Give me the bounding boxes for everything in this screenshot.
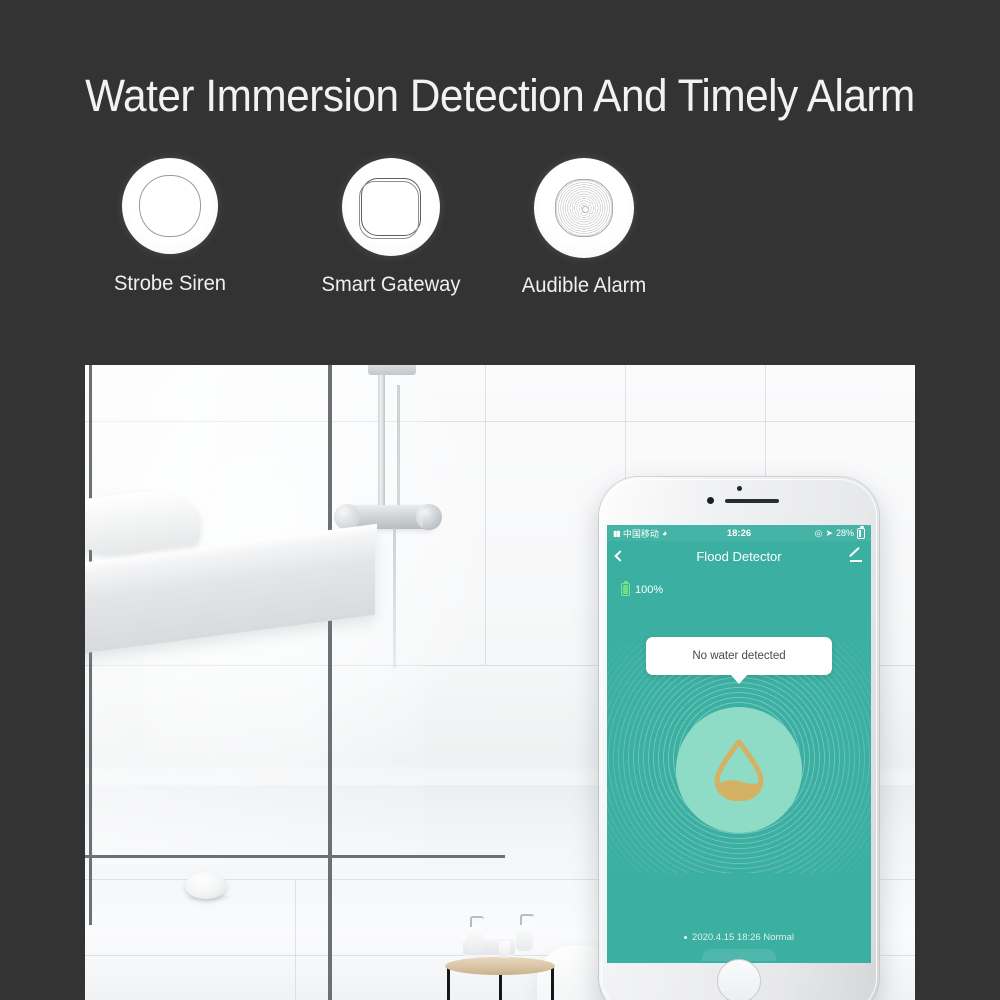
- battery-percent-label: 28%: [835, 528, 854, 538]
- feature-icon-badge: [122, 158, 218, 254]
- feature-icon-badge: [534, 158, 634, 258]
- device-battery-row: 100%: [607, 571, 871, 596]
- page-title: Water Immersion Detection And Timely Ala…: [85, 70, 915, 121]
- soap-dispenser: [516, 914, 534, 951]
- device-battery-value: 100%: [635, 583, 664, 596]
- soap-dispenser: [466, 916, 484, 953]
- earpiece-speaker: [725, 499, 779, 503]
- feature-label: Audible Alarm: [521, 274, 647, 297]
- small-cup: [499, 941, 510, 958]
- partition-frame: [85, 855, 505, 858]
- feature-row: Strobe Siren Smart Gateway Audible Alarm: [104, 158, 704, 318]
- water-leak-sensor-puck: [185, 872, 227, 899]
- event-log-entry: 2020.4.15 18:26 Normal: [607, 932, 871, 943]
- proximity-sensor-icon: [737, 486, 742, 491]
- feature-item-smart-gateway[interactable]: Smart Gateway: [311, 158, 471, 297]
- device-battery-icon: [621, 581, 630, 596]
- location-arrow-icon: ➤: [825, 527, 833, 538]
- feature-label: Smart Gateway: [321, 273, 461, 296]
- sensor-status-disc[interactable]: [676, 707, 802, 833]
- front-camera-icon: [707, 497, 714, 504]
- feature-item-strobe-siren[interactable]: Strobe Siren: [104, 158, 236, 296]
- table-leg: [447, 965, 450, 1000]
- bathroom-scene-photo: ▮▮ 中国移动 ◕ 18:26 ◎ ➤ 28% Flood Detector 1…: [85, 365, 915, 1000]
- nav-title: Flood Detector: [696, 548, 782, 564]
- smartphone: ▮▮ 中国移动 ◕ 18:26 ◎ ➤ 28% Flood Detector 1…: [599, 477, 879, 1000]
- battery-icon: [857, 526, 865, 539]
- status-bar: ▮▮ 中国移动 ◕ 18:26 ◎ ➤ 28%: [607, 525, 871, 541]
- round-siren-icon: [139, 175, 201, 237]
- feature-item-audible-alarm[interactable]: Audible Alarm: [509, 158, 659, 298]
- water-drop-icon: [713, 739, 765, 801]
- rounded-square-gateway-icon: [359, 178, 421, 239]
- app-nav-bar: Flood Detector: [607, 541, 871, 571]
- bullet-dot-icon: [684, 935, 688, 939]
- edit-pencil-icon[interactable]: [848, 549, 862, 563]
- status-bar-right: ◎ ➤ 28%: [814, 526, 865, 539]
- alarm-clock-icon: ◎: [814, 527, 823, 538]
- feature-label: Strobe Siren: [113, 272, 227, 295]
- event-log-text: 2020.4.15 18:26 Normal: [692, 932, 794, 943]
- phone-screen: ▮▮ 中国移动 ◕ 18:26 ◎ ➤ 28% Flood Detector 1…: [607, 525, 871, 963]
- table-wooden-top: [445, 957, 555, 975]
- tile-grout-line: [485, 365, 486, 665]
- feature-icon-badge: [342, 158, 440, 256]
- home-button[interactable]: [717, 959, 761, 1000]
- floor-tile-line: [295, 880, 296, 1000]
- radial-spiral-alarm-icon: [555, 179, 613, 237]
- partition-frame: [328, 365, 332, 1000]
- status-bubble: No water detected: [646, 637, 832, 684]
